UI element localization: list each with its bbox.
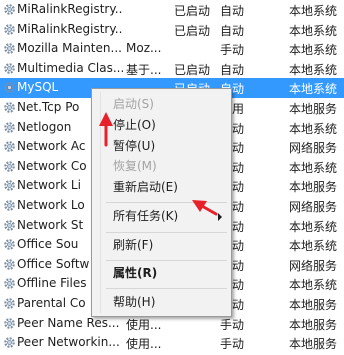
service-logon-as: 本地系统: [289, 239, 338, 254]
menu-item-properties[interactable]: 属性(R): [113, 263, 157, 283]
service-logon-as: 本地服务: [289, 297, 338, 312]
gear-icon: [3, 199, 16, 212]
menu-separator: [106, 288, 227, 289]
table-row[interactable]: Multimedia Clas... 基于... 已启动 自动 本地系统: [0, 59, 344, 79]
gear-icon: [3, 277, 16, 290]
service-description: 基于...: [126, 62, 162, 77]
service-logon-as: 本地系统: [289, 160, 338, 175]
service-status: 已启动: [174, 4, 211, 18]
gear-icon: [3, 101, 16, 114]
gear-icon: [3, 238, 16, 251]
gear-icon: [3, 42, 16, 55]
gear-icon: [3, 3, 16, 16]
menu-separator: [106, 232, 227, 233]
service-logon-as: 本地服务: [289, 337, 338, 352]
service-logon-as: 本地系统: [289, 219, 338, 234]
gear-icon: [3, 81, 16, 94]
menu-item-pause[interactable]: 暂停(U): [113, 136, 155, 156]
service-logon-as: 网络服务: [289, 199, 338, 214]
menu-separator: [106, 202, 227, 203]
table-row[interactable]: Mozilla Mainten... Moz... 手动 本地系统: [0, 39, 344, 59]
service-logon-as: 本地服务: [289, 180, 338, 195]
service-name: Peer Name Res...: [17, 315, 120, 330]
menu-item-refresh[interactable]: 刷新(F): [113, 235, 153, 255]
chevron-right-icon: [218, 213, 222, 221]
menu-item-start[interactable]: 启动(S): [113, 94, 154, 114]
service-name: MiRalinkRegistry...: [17, 2, 123, 16]
service-logon-as: 本地系统: [289, 82, 338, 97]
service-startup-type: 自动: [220, 23, 245, 38]
gear-icon: [3, 23, 16, 36]
gear-icon: [3, 179, 16, 192]
table-row[interactable]: MiRalinkRegistry... 已启动 自动 本地系统: [0, 0, 344, 20]
service-logon-as: 本地系统: [289, 278, 338, 293]
service-startup-type: 手动: [220, 317, 245, 332]
service-logon-as: 网络服务: [289, 258, 338, 273]
menu-item-resume[interactable]: 恢复(M): [113, 156, 157, 176]
service-status: 已启动: [174, 62, 211, 77]
context-menu: 启动(S) 停止(O) 暂停(U) 恢复(M) 重新启动(E) 所有任务(K) …: [91, 88, 232, 317]
menu-item-restart[interactable]: 重新启动(E): [113, 177, 178, 197]
gear-icon: [3, 219, 16, 232]
service-logon-as: 本地系统: [289, 121, 338, 136]
menu-item-all-tasks[interactable]: 所有任务(K): [113, 206, 178, 226]
service-logon-as: 本地服务: [289, 317, 338, 332]
service-logon-as: 本地系统: [289, 43, 338, 58]
service-logon-as: 网络服务: [289, 141, 338, 156]
service-name: MiRalinkRegistry...: [17, 21, 123, 36]
gear-icon: [3, 121, 16, 134]
service-startup-type: 自动: [220, 4, 245, 18]
menu-item-help[interactable]: 帮助(H): [113, 292, 155, 312]
table-row[interactable]: Peer Networkin... 使用... 手动 本地服务: [0, 333, 344, 353]
service-name: Multimedia Clas...: [17, 60, 123, 75]
service-description: 使用...: [126, 337, 162, 352]
service-startup-type: 手动: [220, 337, 245, 352]
gear-icon: [3, 336, 16, 349]
service-logon-as: 本地系统: [289, 23, 338, 38]
service-logon-as: 本地系统: [289, 4, 338, 18]
service-name: Peer Networkin...: [17, 335, 120, 350]
service-logon-as: 本地系统: [289, 62, 338, 77]
gear-icon: [3, 62, 16, 75]
gear-icon: [3, 140, 16, 153]
gear-icon: [3, 258, 16, 271]
gear-icon: [3, 297, 16, 310]
menu-separator: [106, 260, 227, 261]
service-status: 已启动: [174, 23, 211, 38]
gear-icon: [3, 317, 16, 330]
menu-gutter: [100, 92, 101, 313]
service-startup-type: 自动: [220, 62, 245, 77]
menu-item-stop[interactable]: 停止(O): [113, 115, 156, 135]
service-name: Mozilla Mainten...: [17, 41, 122, 56]
gear-icon: [3, 160, 16, 173]
service-description: 使用...: [126, 317, 162, 332]
table-row[interactable]: MiRalinkRegistry... 已启动 自动 本地系统: [0, 20, 344, 40]
service-logon-as: 本地服务: [289, 101, 338, 116]
service-startup-type: 手动: [220, 43, 245, 58]
service-description: Moz...: [126, 41, 162, 56]
